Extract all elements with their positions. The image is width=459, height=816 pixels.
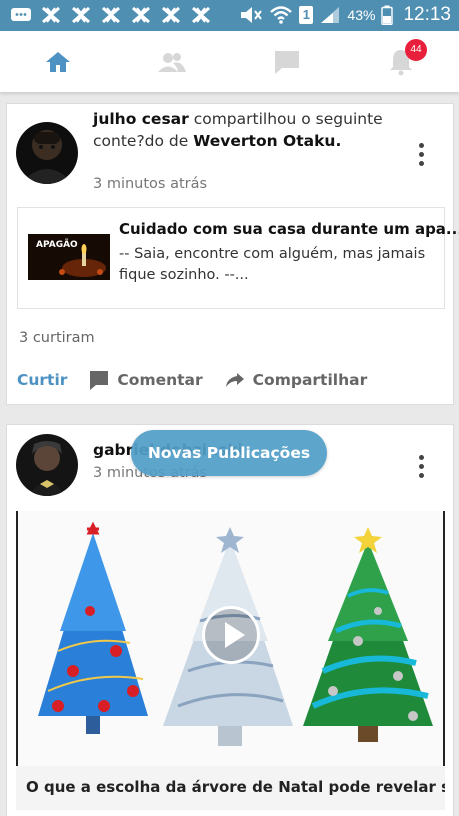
avatar[interactable] bbox=[16, 434, 78, 496]
feed-post: gabriel dobzinski 3 minutos atrás bbox=[6, 424, 454, 816]
like-button[interactable]: Curtir bbox=[17, 371, 67, 389]
likes-count[interactable]: 3 curtiram bbox=[19, 330, 95, 346]
comment-button[interactable]: Comentar bbox=[89, 370, 203, 390]
source-suffix: . bbox=[335, 132, 342, 150]
shared-content-preview[interactable]: APAGÃO Cuidado com sua casa durante um a… bbox=[17, 207, 459, 309]
tab-messages[interactable] bbox=[270, 45, 304, 79]
home-icon bbox=[46, 52, 70, 72]
app-notification-icon bbox=[102, 6, 120, 24]
shared-thumbnail: APAGÃO bbox=[28, 234, 110, 280]
share-button[interactable]: Compartilhar bbox=[225, 371, 368, 389]
thumbnail-label: APAGÃO bbox=[36, 240, 78, 250]
like-label: Curtir bbox=[17, 371, 68, 389]
share-label: Compartilhar bbox=[252, 371, 368, 389]
app-notification-icon bbox=[162, 6, 180, 24]
status-system-icons: 1 43% 12:13 bbox=[239, 4, 451, 26]
video-preview[interactable] bbox=[16, 511, 445, 766]
tab-friends[interactable] bbox=[155, 45, 189, 79]
messages-icon bbox=[275, 51, 299, 74]
app-notification-icon bbox=[42, 6, 60, 24]
notification-badge: 44 bbox=[405, 39, 427, 61]
more-options-icon[interactable] bbox=[419, 455, 425, 478]
shared-title: Cuidado com sua casa durante um apa... bbox=[119, 220, 459, 238]
video-caption[interactable]: O que a escolha da árvore de Natal pode … bbox=[16, 766, 445, 810]
signal-icon bbox=[321, 7, 340, 23]
shared-description: -- Saia, encontre com alguém, mas jamais… bbox=[119, 246, 426, 283]
new-posts-button[interactable]: Novas Publicações bbox=[131, 430, 327, 476]
battery-icon bbox=[381, 5, 394, 25]
status-notification-icons bbox=[10, 6, 212, 24]
post-headline: julho cesar compartilhou o seguinte cont… bbox=[93, 108, 393, 152]
more-options-icon[interactable] bbox=[419, 143, 425, 166]
post-actions: Curtir Comentar Compartilhar bbox=[17, 370, 389, 390]
app-notification-icon bbox=[192, 6, 210, 24]
comment-icon bbox=[90, 371, 109, 390]
top-navigation: 44 bbox=[0, 31, 459, 92]
post-timestamp: 3 minutos atrás bbox=[93, 176, 208, 192]
play-icon[interactable] bbox=[202, 606, 260, 664]
wifi-icon bbox=[270, 6, 293, 24]
avatar[interactable] bbox=[16, 122, 78, 184]
app-notification-icon bbox=[132, 6, 150, 24]
author-name[interactable]: julho cesar bbox=[93, 110, 189, 128]
chat-notification-icon bbox=[11, 8, 31, 21]
feed-post: julho cesar compartilhou o seguinte cont… bbox=[6, 103, 459, 405]
sim-card-icon: 1 bbox=[299, 6, 314, 24]
app-notification-icon bbox=[72, 6, 90, 24]
battery-percent: 43% bbox=[347, 7, 376, 23]
clock: 12:13 bbox=[403, 4, 451, 25]
source-name[interactable]: Weverton Otaku bbox=[193, 132, 335, 150]
share-icon bbox=[225, 373, 244, 387]
friends-icon bbox=[158, 53, 186, 72]
comment-label: Comentar bbox=[117, 371, 203, 389]
mute-icon bbox=[241, 7, 263, 23]
status-bar: 1 43% 12:13 bbox=[0, 0, 459, 31]
tab-home[interactable] bbox=[41, 45, 75, 79]
